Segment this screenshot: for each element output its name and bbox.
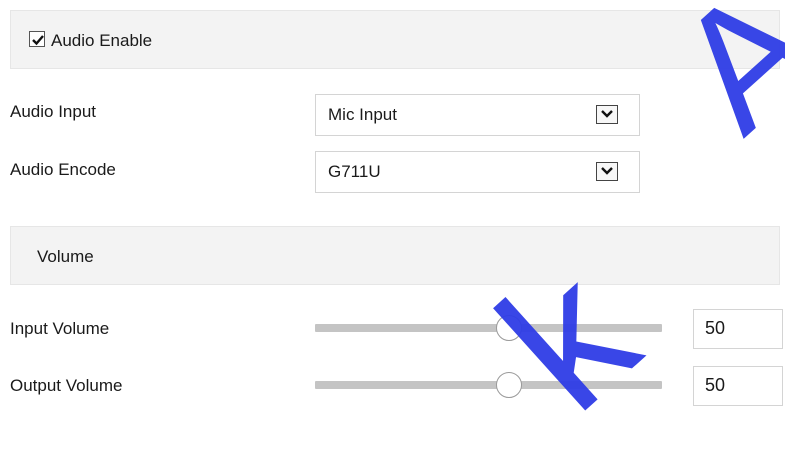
audio-enable-header: Audio Enable [10,10,780,69]
output-volume-slider[interactable] [315,372,662,398]
audio-input-label: Audio Input [10,102,97,121]
audio-enable-label: Audio Enable [51,31,153,50]
audio-input-dropdown-button[interactable] [596,105,618,124]
audio-input-value: Mic Input [328,105,397,124]
output-volume-label: Output Volume [10,376,123,395]
input-volume-label: Input Volume [10,319,110,338]
output-volume-field[interactable]: 50 [693,366,783,406]
volume-section-title: Volume [37,247,94,266]
input-volume-slider-thumb[interactable] [495,315,522,341]
checkmark-icon [32,35,44,46]
volume-section-header: Volume [10,226,780,285]
output-volume-slider-thumb[interactable] [495,372,522,398]
audio-encode-select[interactable]: G711U [315,151,640,193]
chevron-down-icon [601,110,613,118]
audio-enable-checkbox[interactable] [29,31,45,47]
audio-encode-value: G711U [328,162,381,181]
input-volume-field[interactable]: 50 [693,309,783,349]
input-volume-slider[interactable] [315,315,662,341]
chevron-down-icon [601,167,613,175]
audio-encode-label: Audio Encode [10,160,116,179]
audio-input-select[interactable]: Mic Input [315,94,640,136]
audio-encode-dropdown-button[interactable] [596,162,618,181]
